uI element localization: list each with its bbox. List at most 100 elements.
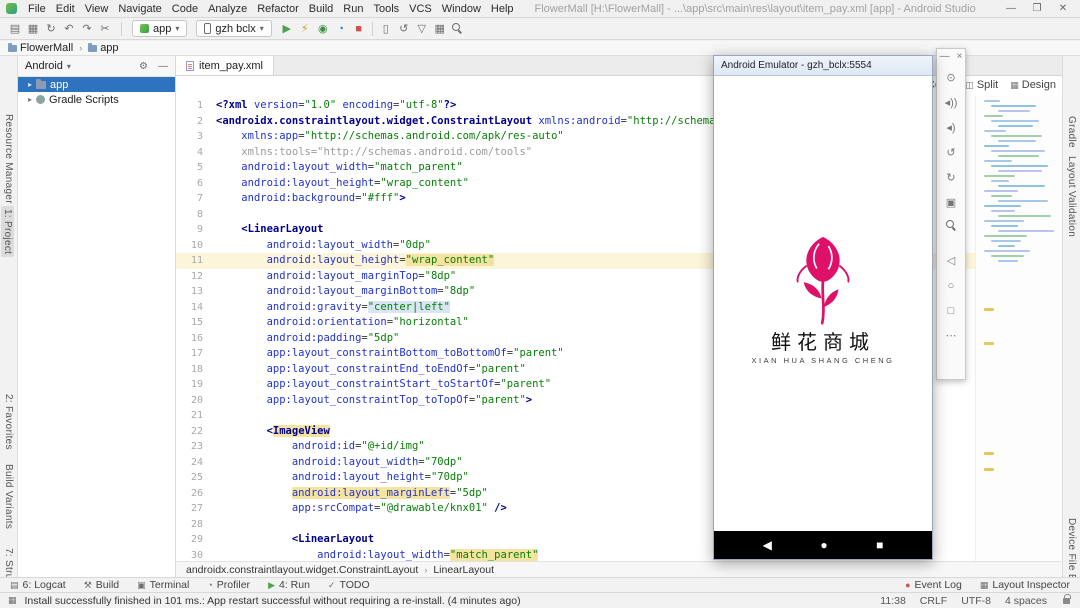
emulator-title-bar[interactable]: Android Emulator - gzh_bclx:5554 [714, 56, 932, 76]
sdk-manager-icon[interactable]: ▽ [413, 19, 431, 39]
menu-help[interactable]: Help [486, 2, 519, 16]
hide-panel-icon[interactable]: — [158, 61, 168, 72]
chevron-right-icon: ▸ [28, 80, 33, 89]
tool-button-build-variants[interactable]: Build Variants [3, 464, 14, 529]
toolwindow-event-log[interactable]: ● Event Log [905, 579, 962, 591]
settings-gear-icon[interactable]: ⚙ [139, 61, 148, 72]
app-title: 鲜花商城 [771, 330, 875, 354]
tool-button-gradle[interactable]: Gradle [1066, 116, 1077, 148]
menu-tools[interactable]: Tools [368, 2, 404, 16]
split-icon: ◫ [965, 79, 974, 90]
menu-file[interactable]: File [23, 2, 51, 16]
line-separator-indicator[interactable]: CRLF [920, 595, 947, 607]
menu-run[interactable]: Run [338, 2, 368, 16]
line-number: 10 [190, 239, 203, 251]
emulator-close-button[interactable]: × [957, 51, 963, 62]
tool-button-resource-manager[interactable]: Resource Manager [3, 114, 14, 204]
apply-changes-button[interactable]: ⚡ [296, 19, 314, 39]
toolwindow-build[interactable]: ⚒ Build [84, 579, 119, 591]
toolwindow-4-run[interactable]: ▶ 4: Run [268, 579, 310, 591]
tree-item-gradle-scripts[interactable]: ▸ Gradle Scripts [18, 92, 175, 107]
maximize-button[interactable]: ❐ [1024, 0, 1050, 17]
menu-code[interactable]: Code [167, 2, 203, 16]
debug-button[interactable]: ◉ [314, 19, 332, 39]
encoding-indicator[interactable]: UTF-8 [961, 595, 991, 607]
volume-up-button[interactable]: ◂)) [945, 91, 958, 116]
toolwindow-terminal[interactable]: ▣ Terminal [137, 579, 189, 591]
menu-vcs[interactable]: VCS [404, 2, 437, 16]
code-minimap[interactable] [975, 96, 1062, 561]
undo-icon[interactable]: ↶ [60, 19, 78, 39]
emu-overview-button[interactable]: ■ [876, 538, 883, 552]
breadcrumb-item-app[interactable]: app [88, 42, 119, 54]
home-button[interactable]: ○ [948, 274, 955, 299]
breadcrumb-linearlayout[interactable]: LinearLayout [433, 564, 494, 576]
avd-manager-icon[interactable]: ▯ [377, 19, 395, 39]
editor-mode-split[interactable]: ◫ Split [965, 79, 998, 91]
indent-indicator[interactable]: 4 spaces [1005, 595, 1047, 607]
menu-navigate[interactable]: Navigate [113, 2, 166, 16]
layout-inspector-icon[interactable]: ▦ [431, 19, 449, 39]
emulator-screen[interactable]: 鲜花商城 XIAN HUA SHANG CHENG [714, 76, 932, 531]
menu-edit[interactable]: Edit [51, 2, 80, 16]
stop-button[interactable]: ■ [350, 19, 368, 39]
menu-refactor[interactable]: Refactor [252, 2, 304, 16]
run-config-dropdown[interactable]: app ▾ [132, 20, 188, 37]
emulator-window-controls: — × [940, 51, 963, 62]
right-tool-stripe: Gradle Layout Validation Device File Explo… [1062, 56, 1080, 608]
editor-mode-design[interactable]: ▦ Design [1010, 79, 1056, 91]
save-all-icon[interactable]: ▦ [24, 19, 42, 39]
status-message[interactable]: Install successfully finished in 101 ms.… [25, 595, 521, 607]
emu-home-button[interactable]: ● [820, 538, 827, 552]
toolwindow-toggle-icon[interactable]: ▦ [8, 595, 17, 606]
tool-button-layout-validation[interactable]: Layout Validation [1066, 156, 1077, 237]
android-studio-logo-icon [6, 3, 17, 14]
project-view-selector[interactable]: Android [25, 60, 63, 72]
editor-tab-item-pay-xml[interactable]: item_pay.xml [176, 56, 274, 75]
screenshot-button[interactable]: ▣ [946, 191, 956, 216]
sync-icon[interactable]: ↻ [42, 19, 60, 39]
emulator-window: Android Emulator - gzh_bclx:5554 鲜花商城 XI… [713, 55, 933, 560]
toolwindow-profiler[interactable]: ◔ Profiler [207, 579, 250, 591]
menu-build[interactable]: Build [304, 2, 338, 16]
line-number: 12 [190, 270, 203, 282]
readonly-lock-icon[interactable] [1063, 593, 1071, 604]
tool-button-1-project[interactable]: 1: Project [1, 206, 14, 258]
volume-down-button[interactable]: ◂) [946, 116, 955, 141]
emulator-toolbar: — × ⊙ ◂)) ◂) ↺ ↻ ▣ ◁ ○ □ ⋯ [936, 48, 966, 380]
more-button[interactable]: ⋯ [946, 324, 957, 349]
sync-project-icon[interactable]: ↺ [395, 19, 413, 39]
run-button[interactable]: ▶ [278, 19, 296, 39]
line-number: 16 [190, 332, 203, 344]
redo-icon[interactable]: ↷ [78, 19, 96, 39]
minimap-line [984, 145, 1009, 147]
close-button[interactable]: ✕ [1050, 0, 1076, 17]
menu-analyze[interactable]: Analyze [203, 2, 252, 16]
minimap-line [991, 135, 1042, 137]
power-button[interactable]: ⊙ [946, 66, 955, 91]
minimize-button[interactable]: — [998, 0, 1024, 17]
breadcrumb-androidx-constraintlayout-widget-constraintlayout[interactable]: androidx.constraintlayout.widget.Constra… [186, 564, 418, 576]
emulator-minimize-button[interactable]: — [940, 51, 950, 62]
toolbar-left-icons: ▤ ▦ ↻ ↶ ↷ ✂ [6, 19, 114, 39]
profile-button[interactable]: ◔ [332, 19, 350, 39]
rotate-left-button[interactable]: ↺ [946, 141, 955, 166]
open-icon[interactable]: ▤ [6, 19, 24, 39]
rotate-right-button[interactable]: ↻ [946, 166, 955, 191]
menu-view[interactable]: View [80, 2, 114, 16]
toolwindow-layout-inspector[interactable]: ▦ Layout Inspector [980, 579, 1070, 591]
tree-item-app[interactable]: ▸ app [18, 77, 175, 92]
emu-back-button[interactable]: ◀ [763, 538, 772, 552]
change-marker [984, 468, 994, 471]
toolwindow-6-logcat[interactable]: ▤ 6: Logcat [10, 579, 66, 591]
overview-button[interactable]: □ [948, 299, 955, 324]
cut-icon[interactable]: ✂ [96, 19, 114, 39]
search-everywhere-icon[interactable] [451, 23, 463, 34]
zoom-button[interactable] [945, 220, 957, 245]
device-dropdown[interactable]: gzh bclx ▾ [196, 20, 272, 37]
breadcrumb-item-flowermall[interactable]: FlowerMall [8, 42, 73, 54]
back-button[interactable]: ◁ [947, 249, 955, 274]
menu-window[interactable]: Window [437, 2, 486, 16]
tool-button-2-favorites[interactable]: 2: Favorites [3, 394, 14, 450]
toolwindow-todo[interactable]: ✓ TODO [328, 579, 370, 591]
